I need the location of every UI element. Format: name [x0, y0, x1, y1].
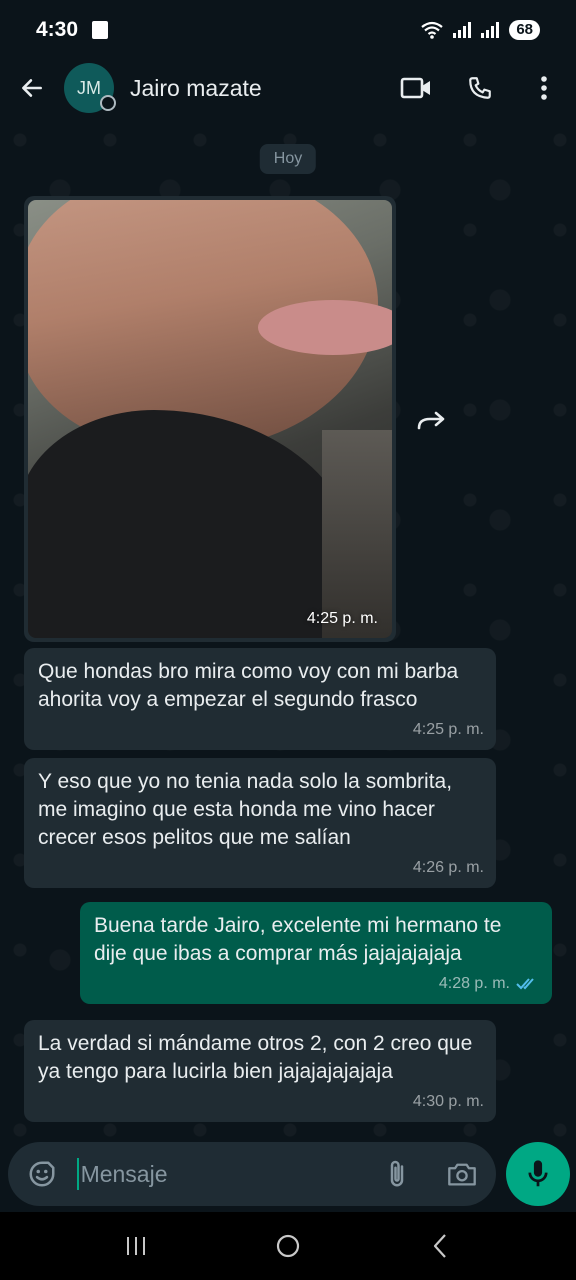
video-call-button[interactable]	[384, 60, 448, 116]
message-timestamp: 4:26 p. m.	[412, 859, 484, 876]
recent-apps-icon	[127, 1237, 145, 1255]
voice-call-button[interactable]	[448, 60, 512, 116]
message-bubble-incoming[interactable]: Y eso que yo no tenia nada solo la sombr…	[24, 758, 496, 888]
message-timestamp: 4:28 p. m.	[439, 970, 540, 998]
photo-shirt	[28, 410, 358, 638]
image-timestamp: 4:25 p. m.	[306, 610, 378, 627]
chat-header: JM Jairo mazate	[0, 60, 576, 116]
voice-message-button[interactable]	[506, 1142, 570, 1206]
status-ring-icon	[100, 95, 116, 111]
date-chip: Hoy	[259, 144, 317, 174]
status-bar: 4:30 68	[0, 0, 576, 60]
message-timestamp: 4:30 p. m.	[412, 1093, 484, 1110]
system-nav-bar	[0, 1212, 576, 1280]
contact-name[interactable]: Jairo mazate	[130, 75, 262, 102]
message-bubble-incoming[interactable]: La verdad si mándame otros 2, con 2 creo…	[24, 1020, 496, 1122]
more-vert-icon	[541, 76, 547, 100]
header-actions	[384, 60, 576, 116]
forward-button[interactable]	[412, 400, 452, 440]
camera-icon	[447, 1163, 476, 1186]
shop-bag-icon	[92, 21, 109, 39]
message-bubble-outgoing[interactable]: Buena tarde Jairo, excelente mi hermano …	[80, 902, 552, 1004]
photo-thumbnail[interactable]: 4:25 p. m.	[28, 200, 392, 638]
image-message[interactable]: 4:25 p. m.	[24, 196, 396, 642]
home-icon	[276, 1234, 300, 1258]
message-text: Y eso que yo no tenia nada solo la sombr…	[38, 770, 453, 849]
message-bubble-incoming[interactable]: Que hondas bro mira como voy con mi barb…	[24, 648, 496, 750]
status-time: 4:30	[36, 18, 79, 41]
back-arrow-icon	[22, 79, 42, 97]
signal-icon	[453, 22, 472, 38]
paperclip-icon	[390, 1160, 404, 1187]
back-button[interactable]	[0, 60, 64, 116]
composer-bar	[0, 1140, 576, 1212]
camera-button[interactable]	[441, 1152, 482, 1196]
microphone-icon	[528, 1160, 548, 1187]
avatar[interactable]: JM	[64, 63, 116, 113]
message-text: Buena tarde Jairo, excelente mi hermano …	[94, 914, 502, 965]
message-input-container[interactable]	[8, 1142, 496, 1206]
message-timestamp: 4:25 p. m.	[412, 721, 484, 738]
read-ticks-icon	[516, 978, 534, 990]
message-text: Que hondas bro mira como voy con mi barb…	[38, 660, 459, 711]
home-button[interactable]	[258, 1216, 318, 1276]
video-call-icon	[400, 77, 430, 99]
back-nav-button[interactable]	[410, 1216, 470, 1276]
phone-icon	[469, 77, 491, 99]
sticker-button[interactable]	[22, 1152, 63, 1196]
message-text: La verdad si mándame otros 2, con 2 creo…	[38, 1032, 473, 1083]
chat-area[interactable]: Hoy 4:25 p. m. Que hondas bro mira como …	[0, 120, 576, 1140]
sticker-icon	[29, 1161, 55, 1187]
photo-background	[322, 430, 392, 638]
more-options-button[interactable]	[512, 60, 576, 116]
wifi-icon	[421, 21, 443, 39]
avatar-initials: JM	[77, 77, 101, 98]
recent-apps-button[interactable]	[106, 1216, 166, 1276]
message-input[interactable]	[80, 1160, 377, 1188]
text-cursor	[76, 1158, 79, 1190]
battery-indicator: 68	[509, 20, 540, 40]
status-icons: 68	[421, 20, 540, 40]
nav-back-icon	[433, 1234, 446, 1258]
signal-icon-2	[481, 22, 500, 38]
forward-icon	[417, 411, 445, 430]
attach-button[interactable]	[377, 1152, 418, 1196]
